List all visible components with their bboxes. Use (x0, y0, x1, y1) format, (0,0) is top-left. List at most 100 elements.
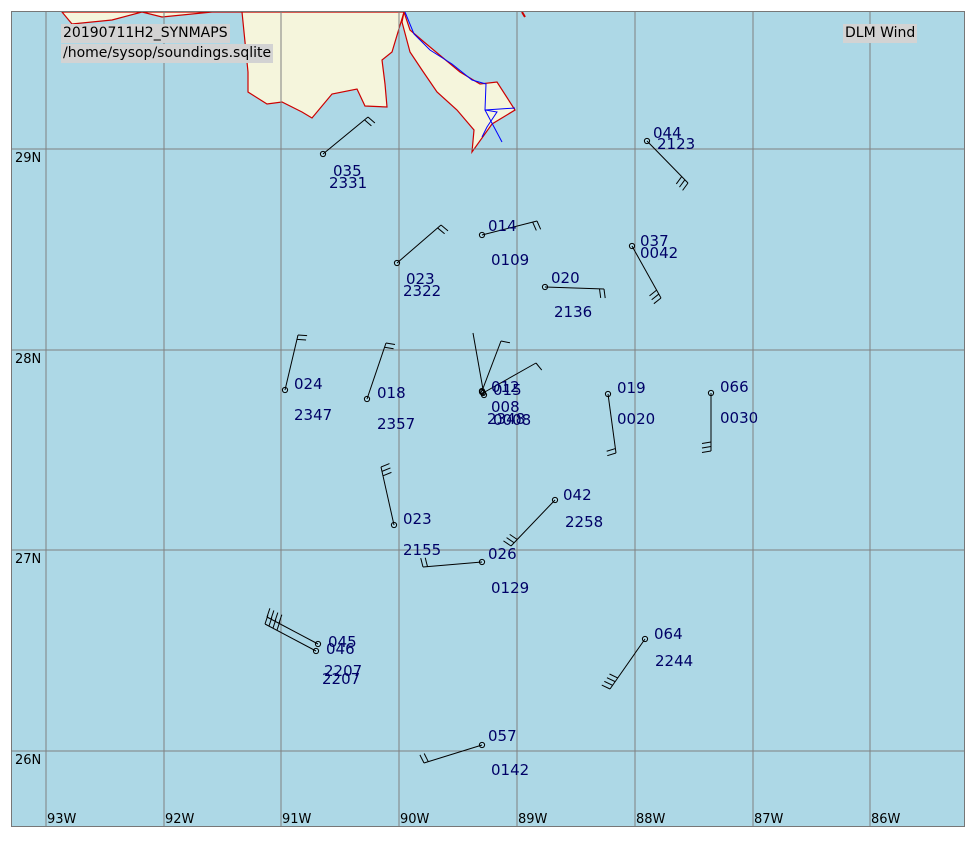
station-direction-label: 046 (326, 640, 355, 658)
station-time-label: 2258 (565, 513, 603, 531)
wind-barb-tick (419, 754, 425, 764)
map-window: 29N 28N 27N 26N 93W 92W 91W 90W 89W 88W 87W 86W 035… (0, 0, 978, 841)
station-time-label: 2322 (403, 282, 441, 300)
station-direction-label: 057 (488, 727, 517, 745)
lat-label: 26N (15, 753, 41, 768)
wind-barb-tick (381, 467, 391, 472)
wind-barb-tick (380, 463, 390, 468)
station-time-label: 2136 (554, 303, 592, 321)
wind-barb-tick (500, 340, 511, 344)
lat-label: 27N (15, 552, 41, 567)
station-time-label: 2331 (329, 174, 367, 192)
station-direction-label: 015 (493, 381, 522, 399)
lon-label: 87W (754, 812, 784, 827)
station-time-label: 0030 (720, 409, 758, 427)
wind-barb-tick (701, 441, 712, 444)
wind-barb-staff (322, 116, 369, 155)
station-direction-label: 014 (488, 217, 517, 235)
map-panel: 29N 28N 27N 26N 93W 92W 91W 90W 89W 88W 87W 86W 035… (11, 11, 965, 827)
lon-label: 90W (400, 812, 430, 827)
product-label: DLM Wind (843, 24, 918, 43)
station-time-label: 2207 (322, 670, 360, 688)
wind-barb-tick (506, 537, 515, 544)
station-time-label: 0129 (491, 579, 529, 597)
station-time-label: 2123 (657, 135, 695, 153)
wind-barb-tick (601, 684, 611, 690)
station-direction-label: 018 (377, 384, 406, 402)
wind-barb-tick (535, 362, 543, 371)
station-time-label: 0008 (493, 411, 531, 429)
station-direction-label: 023 (403, 510, 432, 528)
delta-coast (401, 12, 516, 155)
station-time-label: 0109 (491, 251, 529, 269)
wind-barb-tick (607, 452, 617, 457)
wind-barb-tick (367, 116, 376, 124)
wind-barb-tick (604, 680, 613, 686)
station-time-label: 2155 (403, 541, 441, 559)
wind-barb-tick (509, 533, 518, 540)
coast-fragment (521, 12, 526, 18)
wind-barb-staff (510, 499, 556, 547)
wind-barb-tick (424, 557, 428, 567)
wind-barb-tick (423, 753, 429, 762)
wind-barb-tick (609, 673, 618, 679)
wind-barb-staff (423, 744, 483, 764)
wind-barb-tick (599, 288, 602, 298)
station-direction-label: 019 (617, 379, 646, 397)
station-direction-label: 020 (551, 269, 580, 287)
lat-label: 28N (15, 352, 41, 367)
station-time-label: 2347 (294, 406, 332, 424)
wind-barb-staff (472, 332, 485, 396)
wind-barb-tick (297, 334, 308, 337)
lon-label: 91W (282, 812, 312, 827)
station-direction-label: 066 (720, 378, 749, 396)
wind-barb-tick (606, 677, 616, 683)
wind-barb-tick (364, 119, 372, 127)
wind-barb-tick (606, 448, 616, 452)
wind-barb-staff (544, 286, 605, 290)
wind-barb-staff (607, 393, 617, 454)
wind-barb-tick (653, 297, 662, 305)
wind-barb-tick (603, 288, 606, 299)
lon-label: 86W (871, 812, 901, 827)
wind-barb-tick (675, 176, 683, 185)
station-direction-label: 026 (488, 545, 517, 563)
wind-barb-tick (651, 293, 660, 301)
map-canvas: 29N28N27N26N93W 92W 91W 90W 89W 88W 87W 86W 035… (12, 12, 964, 827)
wind-barb-tick (536, 220, 542, 230)
station-direction-label: 064 (654, 625, 683, 643)
db-path-label: /home/sysop/soundings.sqlite (61, 44, 274, 63)
wind-barb-staff (609, 638, 646, 690)
wind-barb-tick (384, 346, 394, 350)
run-id-label: 20190711H2_SYNMAPS (61, 24, 230, 43)
wind-barb-tick (532, 221, 537, 231)
station-time-label: 0042 (640, 244, 678, 262)
lon-label: 93W (47, 812, 77, 827)
lon-label: 92W (165, 812, 195, 827)
station-direction-label: 024 (294, 375, 323, 393)
station-time-label: 2357 (377, 415, 415, 433)
station-time-label: 0020 (617, 410, 655, 428)
wind-barb-tick (382, 471, 392, 477)
grid-label-layer: 29N 28N 27N 26N 93W 92W 91W 90W 89W 88W 87W 86W (15, 151, 901, 827)
wind-barb-tick (420, 558, 424, 568)
wind-barb-tick (437, 227, 445, 235)
wind-barb-tick (440, 224, 449, 232)
wind-barb-tick (682, 182, 689, 191)
wind-barb-staff (422, 561, 483, 568)
station-time-label: 0142 (491, 761, 529, 779)
station-direction-label: 042 (563, 486, 592, 504)
station-time-label: 2244 (655, 652, 693, 670)
wind-barb-tick (701, 446, 712, 449)
lon-label: 88W (636, 812, 666, 827)
wind-barb-tick (385, 342, 396, 345)
wind-barb-tick (701, 450, 712, 453)
wind-barb-tick (296, 338, 307, 341)
lon-label: 89W (518, 812, 548, 827)
station-label-layer: 0352331044212301401090370042023232202021… (294, 124, 758, 779)
wind-barb-tick (649, 289, 657, 297)
wind-barb-tick (264, 615, 269, 625)
wind-barb-staff (396, 224, 442, 264)
lat-label: 29N (15, 151, 41, 166)
wind-barb-tick (679, 179, 686, 188)
